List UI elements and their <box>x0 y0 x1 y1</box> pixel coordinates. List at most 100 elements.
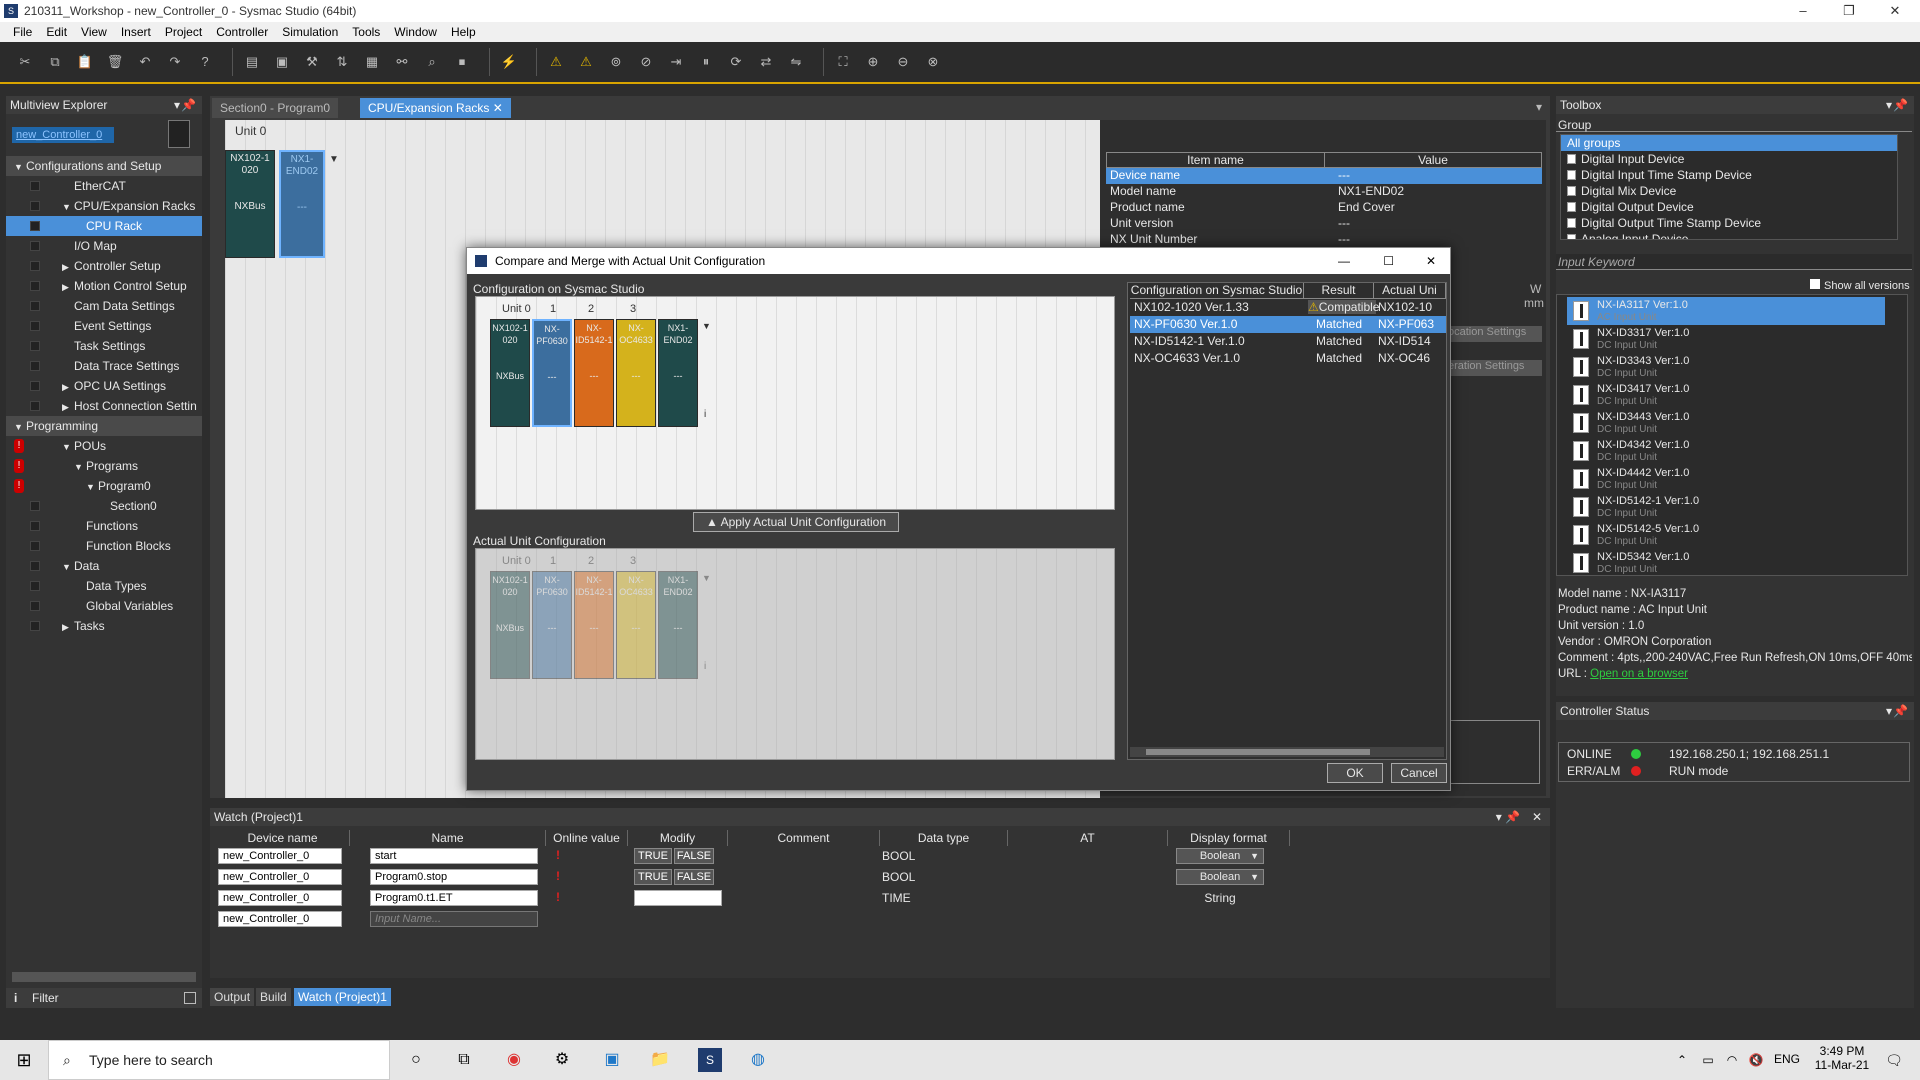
group-list[interactable]: All groups Digital Input Device Digital In… <box>1560 134 1898 240</box>
device-list-item[interactable]: NX-ID4442 Ver:1.0 DC Input Unit <box>1567 465 1885 493</box>
tab-section0-program0[interactable]: Section0 - Program0 <box>212 98 339 118</box>
zoom-fit-icon[interactable]: ⛶ <box>832 51 854 73</box>
expand-icon[interactable]: ▼ <box>62 437 74 457</box>
menu-edit[interactable]: Edit <box>39 25 74 39</box>
device-list-item[interactable]: NX-ID5342 Ver:1.0 DC Input Unit <box>1567 549 1885 575</box>
tree-item[interactable]: Data Types <box>6 576 202 596</box>
compare-icon[interactable]: ⇋ <box>785 51 807 73</box>
tree-item[interactable]: ▼ Data <box>6 556 202 576</box>
expand-icon[interactable]: ▼ <box>14 417 26 437</box>
props-row[interactable]: Unit version --- <box>1106 216 1542 232</box>
tree-item[interactable]: Global Variables <box>6 596 202 616</box>
close-icon[interactable]: ✕ <box>1532 808 1542 826</box>
rack-info-icon[interactable]: i <box>704 409 706 420</box>
language-indicator[interactable]: ENG <box>1774 1052 1800 1066</box>
device-list-item[interactable]: NX-ID5142-1 Ver:1.0 DC Input Unit <box>1567 493 1885 521</box>
zoom-out-icon[interactable]: ⊖ <box>892 51 914 73</box>
menu-help[interactable]: Help <box>444 25 483 39</box>
rack-unit-block[interactable]: NX1- END02 --- <box>658 319 698 427</box>
props-row[interactable]: Model name NX1-END02 <box>1106 184 1542 200</box>
compare-row[interactable]: NX-PF0630 Ver.1.0 Matched NX-PF063 <box>1130 316 1446 333</box>
menu-tools[interactable]: Tools <box>345 25 387 39</box>
tree-item[interactable]: ▶ Host Connection Settin <box>6 396 202 416</box>
sync-icon[interactable]: ⇄ <box>755 51 777 73</box>
file-explorer-icon[interactable]: 📁 <box>648 1048 672 1072</box>
clock[interactable]: 3:49 PM 11-Mar-21 <box>1812 1044 1872 1072</box>
group-item[interactable]: Analog Input Device <box>1561 231 1897 239</box>
controller-selector[interactable]: new_Controller_0 <box>12 127 114 143</box>
props-row[interactable]: Device name --- <box>1106 168 1542 184</box>
device-list-item[interactable]: NX-ID3417 Ver:1.0 DC Input Unit <box>1567 381 1885 409</box>
tree-item[interactable]: ! ▼ POUs <box>6 436 202 456</box>
rack-unit-block[interactable]: NX- PF0630 --- <box>532 571 572 679</box>
props-row[interactable]: NX Unit Number --- <box>1106 232 1542 248</box>
menu-view[interactable]: View <box>74 25 114 39</box>
tree-item[interactable]: ▼ Configurations and Setup <box>6 156 202 176</box>
tab-watch[interactable]: Watch (Project)1 <box>294 988 391 1006</box>
rack-menu-icon[interactable]: ▼ <box>702 321 711 331</box>
tree-item[interactable]: EtherCAT <box>6 176 202 196</box>
rack-info-icon[interactable]: i <box>704 661 706 672</box>
info-url-link[interactable]: Open on a browser <box>1590 668 1688 680</box>
tree-item[interactable]: Section0 <box>6 496 202 516</box>
tab-build[interactable]: Build <box>256 988 291 1006</box>
watch-device-field[interactable]: new_Controller_0 <box>218 911 342 927</box>
tree-item[interactable]: Task Settings <box>6 336 202 356</box>
pin-icon[interactable]: 📌 <box>181 96 196 114</box>
monitor-icon[interactable]: ▦ <box>361 51 383 73</box>
display-format-select[interactable]: Boolean ▼ <box>1176 869 1264 885</box>
sysmac-studio-icon[interactable]: S <box>698 1048 722 1072</box>
device-list-item[interactable]: NX-ID3443 Ver:1.0 DC Input Unit <box>1567 409 1885 437</box>
compare-row[interactable]: NX-OC4633 Ver.1.0 Matched NX-OC46 <box>1130 350 1446 367</box>
show-all-versions-checkbox[interactable]: Show all versions <box>1810 278 1910 292</box>
cpu-unit-block[interactable]: NX102-1 020 NXBus <box>225 150 275 258</box>
warning-icon[interactable]: ⚠ <box>545 51 567 73</box>
checkbox-box[interactable] <box>1810 279 1820 289</box>
tree-item[interactable]: ▶ OPC UA Settings <box>6 376 202 396</box>
operation-settings-button[interactable]: eration Settings <box>1448 360 1542 376</box>
tree-item[interactable]: ! ▼ Program0 <box>6 476 202 496</box>
menu-window[interactable]: Window <box>387 25 444 39</box>
device-list-item[interactable]: NX-ID4342 Ver:1.0 DC Input Unit <box>1567 437 1885 465</box>
rack-unit-block[interactable]: NX1- END02 --- <box>658 571 698 679</box>
dropdown-icon[interactable]: ▾ 📌 <box>1496 808 1520 826</box>
menu-project[interactable]: Project <box>158 25 209 39</box>
group-item[interactable]: Digital Input Time Stamp Device <box>1561 167 1897 183</box>
pin-icon[interactable]: 📌 <box>1893 96 1908 114</box>
tree-item[interactable]: CPU Rack <box>6 216 202 236</box>
redo-icon[interactable]: ↷ <box>164 51 186 73</box>
group-item[interactable]: Digital Output Device <box>1561 199 1897 215</box>
tray-up-icon[interactable]: ⌃ <box>1670 1048 1694 1072</box>
rack-unit-block[interactable]: NX- OC4633 --- <box>616 571 656 679</box>
chrome-icon[interactable]: ◉ <box>502 1048 526 1072</box>
zoom-in-icon[interactable]: ⊕ <box>862 51 884 73</box>
true-button[interactable]: TRUE <box>634 848 672 864</box>
minimize-button[interactable]: – <box>1780 0 1826 22</box>
watch-device-field[interactable]: new_Controller_0 <box>218 848 342 864</box>
false-button[interactable]: FALSE <box>674 869 714 885</box>
tree-item[interactable]: Functions <box>6 516 202 536</box>
expand-icon[interactable]: ▶ <box>62 277 74 297</box>
watch-name-input[interactable]: Input Name... <box>370 911 538 927</box>
menu-insert[interactable]: Insert <box>114 25 158 39</box>
expand-icon[interactable]: ▶ <box>62 257 74 277</box>
cut-icon[interactable]: ✂ <box>14 51 36 73</box>
tree-item[interactable]: Cam Data Settings <box>6 296 202 316</box>
watch-name-field[interactable]: start <box>370 848 538 864</box>
dropdown-icon[interactable]: ▾ <box>174 96 180 114</box>
compare-row[interactable]: NX102-1020 Ver.1.33 ⚠Compatible NX102-10 <box>1130 299 1446 316</box>
dropdown-icon[interactable]: ▾ <box>1886 702 1892 720</box>
controller-device-icon[interactable] <box>168 120 190 148</box>
scroll-thumb[interactable] <box>1146 749 1370 755</box>
paste-icon[interactable]: 📋 <box>74 51 96 73</box>
find-icon[interactable]: ⌕ <box>421 51 443 73</box>
expand-icon[interactable]: ▶ <box>62 377 74 397</box>
tree-item[interactable]: ▼ Programming <box>6 416 202 436</box>
props-row[interactable]: Product name End Cover <box>1106 200 1542 216</box>
transfer-icon[interactable]: ⇅ <box>331 51 353 73</box>
true-button[interactable]: TRUE <box>634 869 672 885</box>
rack-dropdown-icon[interactable]: ▼ <box>329 154 339 165</box>
tree-item[interactable]: Data Trace Settings <box>6 356 202 376</box>
filter-toggle-icon[interactable] <box>184 992 196 1004</box>
dropdown-icon[interactable]: ▾ <box>1886 96 1892 114</box>
